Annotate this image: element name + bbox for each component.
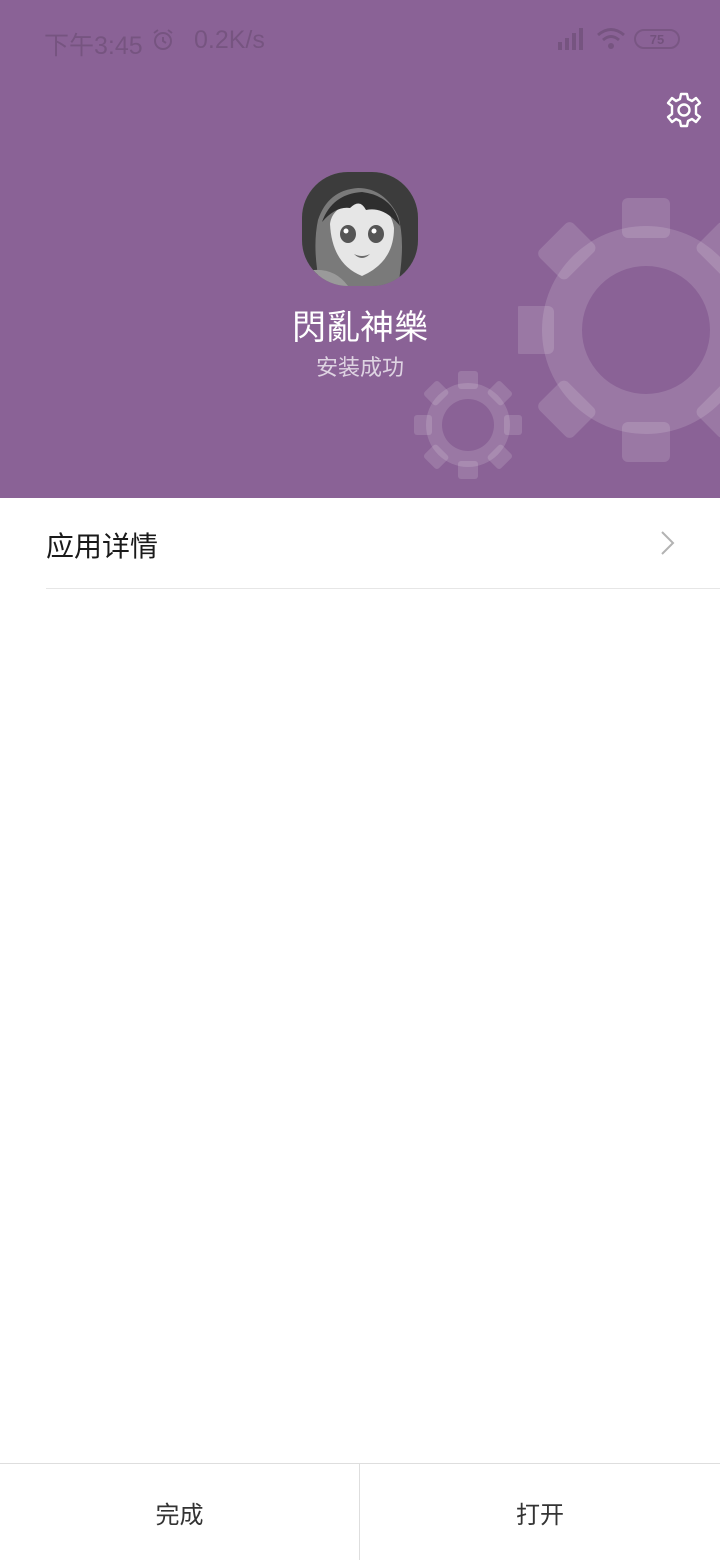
status-time: 下午3:45 xyxy=(44,32,143,60)
install-header: 下午3:45 0.2K/s 75 閃亂神樂 安装成功 xyxy=(0,0,720,498)
install-status-text: 安装成功 xyxy=(315,356,404,381)
status-net-speed: 0.2K/s xyxy=(194,26,265,54)
gear-icon[interactable] xyxy=(664,90,704,130)
app-details-label: 应用详情 xyxy=(46,530,159,563)
app-name: 閃亂神樂 xyxy=(292,308,428,348)
battery-icon: 75 xyxy=(634,29,680,49)
alarm-icon xyxy=(153,29,173,50)
battery-level: 75 xyxy=(649,31,665,47)
divider xyxy=(46,588,720,589)
chevron-right-icon xyxy=(661,531,675,555)
small-gear-decoration-icon xyxy=(414,371,522,479)
done-button[interactable]: 完成 xyxy=(0,1464,360,1560)
bottom-action-bar: 完成 打开 xyxy=(0,1463,720,1560)
app-details-row[interactable]: 应用详情 xyxy=(0,498,720,590)
app-icon xyxy=(302,172,418,286)
anime-character-avatar-icon xyxy=(302,172,418,286)
open-button[interactable]: 打开 xyxy=(360,1464,720,1560)
signal-icon xyxy=(558,28,583,50)
wifi-icon xyxy=(597,28,625,49)
status-bar: 下午3:45 0.2K/s 75 xyxy=(0,0,720,80)
